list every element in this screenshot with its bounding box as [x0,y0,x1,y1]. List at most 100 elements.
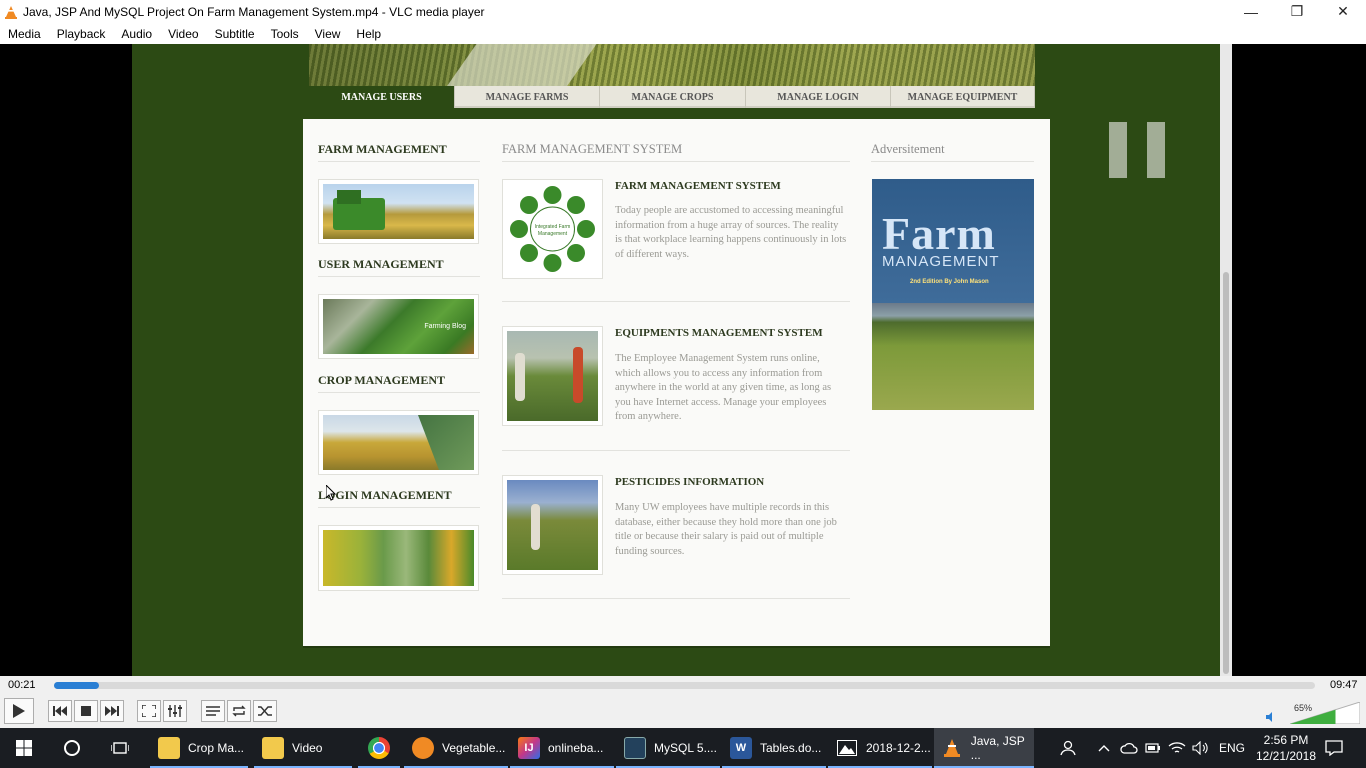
sidebar-title-crop: CROP MANAGEMENT [318,373,445,387]
windows-logo-icon [16,740,32,756]
windows-taskbar: Crop Ma... Video Vegetable... IJ onlineb… [0,728,1366,768]
taskbar-app-video-folder[interactable]: Video [254,728,352,768]
maximize-button[interactable]: ❐ [1274,0,1320,23]
taskbar-app-photos[interactable]: 2018-12-2... [828,728,932,768]
next-button[interactable] [100,700,124,722]
taskbar-app-vegetable[interactable]: Vegetable... [404,728,508,768]
task-view-icon [111,742,129,754]
taskbar-app-intellij[interactable]: IJ onlineba... [510,728,614,768]
elapsed-time: 00:21 [8,679,36,691]
svg-text:Integrated Farm: Integrated Farm [535,224,571,230]
divider [318,392,480,393]
nav-manage-equipment: MANAGE EQUIPMENT [891,86,1035,108]
divider [318,507,480,508]
total-time: 09:47 [1330,679,1358,691]
stop-icon [81,706,91,716]
volume-tray[interactable] [1192,728,1208,768]
action-center-button[interactable] [1325,728,1343,768]
play-button[interactable] [4,698,34,724]
chevron-up-icon [1098,745,1110,752]
loop-button[interactable] [227,700,251,722]
taskbar-app-crop-management-folder[interactable]: Crop Ma... [150,728,248,768]
shuffle-icon [258,706,272,716]
battery-icon [1145,743,1160,753]
divider [502,301,850,302]
menu-video[interactable]: Video [160,27,206,41]
article-title-farm: FARM MANAGEMENT SYSTEM [615,180,781,192]
menu-tools[interactable]: Tools [263,27,307,41]
article-text-equipment: The Employee Management System runs onli… [615,353,832,422]
login-thumbnail [318,525,479,591]
nav-manage-login: MANAGE LOGIN [746,86,891,108]
taskbar-app-label: 2018-12-2... [866,741,931,755]
taskbar-clock[interactable]: 2:56 PM 12/21/2018 [1250,732,1322,764]
taskbar-app-label: MySQL 5.... [654,741,717,755]
integrated-farm-diagram-icon: Integrated Farm Management [510,186,595,272]
volume-percent: 65% [1294,703,1313,713]
pause-overlay-icon [1109,122,1127,178]
clock-date: 12/21/2018 [1255,749,1317,763]
pause-overlay-icon [1147,122,1165,178]
close-button[interactable]: ✕ [1320,0,1366,23]
onedrive-tray[interactable] [1120,728,1138,768]
wifi-tray[interactable] [1168,728,1186,768]
farm-system-image: Integrated Farm Management [502,179,603,279]
battery-tray[interactable] [1145,728,1161,768]
article-text-farm: Today people are accustomed to accessing… [615,205,847,260]
previous-button[interactable] [48,700,72,722]
nav-manage-users: MANAGE USERS [309,86,455,108]
cloud-sync-icon [1120,742,1138,754]
taskbar-app-label: Java, JSP ... [970,734,1025,762]
divider [502,161,850,162]
fullscreen-button[interactable] [137,700,161,722]
people-button[interactable] [1060,728,1078,768]
taskbar-app-vlc[interactable]: Java, JSP ... [934,728,1034,768]
language-indicator[interactable]: ENG [1219,728,1245,768]
divider [502,450,850,451]
menu-subtitle[interactable]: Subtitle [207,27,263,41]
taskbar-app-word[interactable]: W Tables.do... [722,728,826,768]
extended-settings-button[interactable] [163,700,187,722]
minimize-button[interactable]: — [1228,0,1274,23]
speaker-icon[interactable] [1266,712,1276,725]
content-panel-edge [303,646,1050,648]
playlist-icon [206,706,220,716]
playlist-button[interactable] [201,700,225,722]
uc-browser-icon [412,737,434,759]
menu-playback[interactable]: Playback [49,27,114,41]
equipment-image [502,326,603,426]
taskbar-app-chrome[interactable] [358,728,400,768]
previous-icon [53,706,67,716]
menu-help[interactable]: Help [348,27,389,41]
seek-bar-progress [54,682,100,689]
sidebar-title-login: LOGIN MANAGEMENT [318,488,452,502]
menu-audio[interactable]: Audio [113,27,160,41]
crop-thumbnail [318,410,479,475]
sidebar-title-farm: FARM MANAGEMENT [318,142,447,156]
show-hidden-icons-button[interactable] [1098,728,1110,768]
header-banner-image [309,44,1035,86]
ad-heading: Adversitement [871,142,945,156]
taskbar-app-label: Tables.do... [760,741,822,755]
seek-bar[interactable] [54,682,1315,689]
menu-media[interactable]: Media [0,27,49,41]
cortana-button[interactable] [62,728,82,768]
title-bar: Java, JSP And MySQL Project On Farm Mana… [0,0,1366,23]
wifi-icon [1168,742,1186,753]
svg-text:Management: Management [538,231,568,237]
video-area[interactable]: MANAGE USERS MANAGE FARMS MANAGE CROPS M… [0,44,1366,676]
cortana-circle-icon [64,740,80,756]
task-view-button[interactable] [110,728,130,768]
book-cover-field [872,303,1034,410]
shuffle-button[interactable] [253,700,277,722]
player-controls: 00:21 09:47 65% [0,676,1366,728]
menu-view[interactable]: View [307,27,349,41]
clock-time: 2:56 PM [1263,733,1309,747]
stop-button[interactable] [74,700,98,722]
user-thumbnail: Farming Blog [318,294,479,359]
start-button[interactable] [0,728,48,768]
nav-manage-farms: MANAGE FARMS [455,86,600,108]
taskbar-app-mysql[interactable]: MySQL 5.... [616,728,720,768]
intellij-icon: IJ [518,737,540,759]
speaker-icon [1192,741,1208,755]
